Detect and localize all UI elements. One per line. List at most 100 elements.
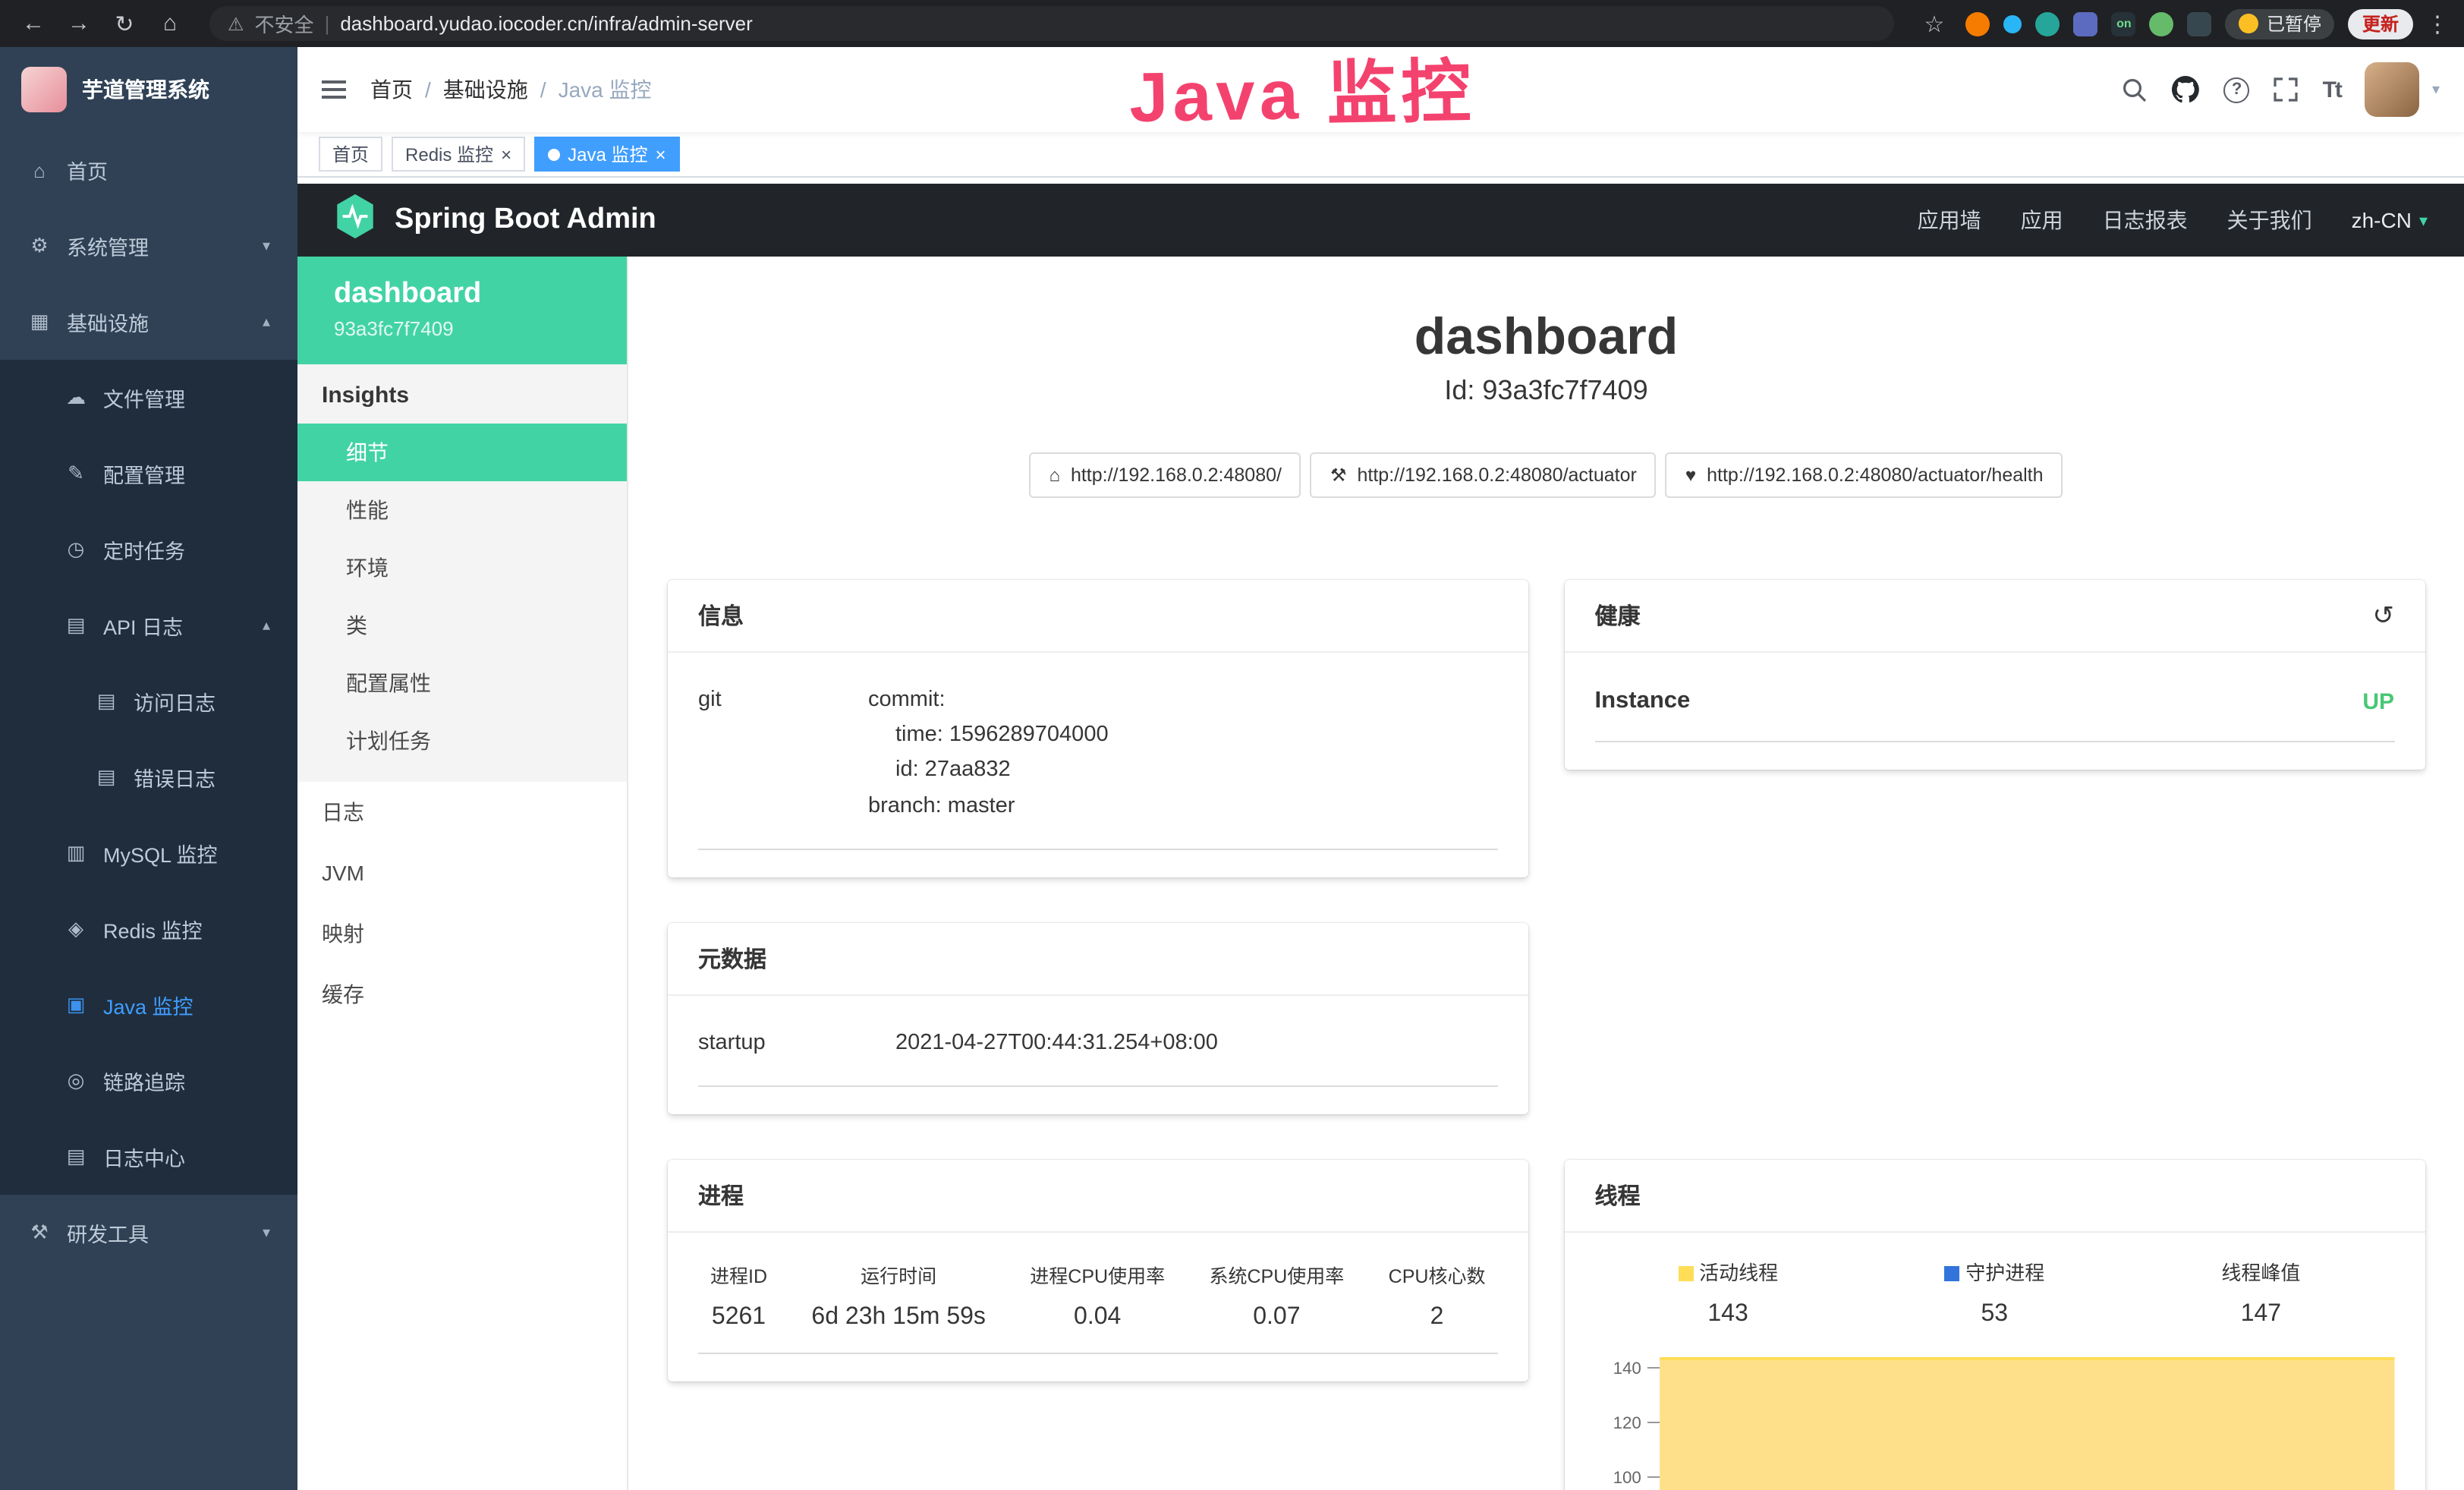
sidebar-item-log-center[interactable]: ▤ 日志中心	[0, 1119, 297, 1195]
metadata-row-startup: startup 2021-04-27T00:44:31.254+08:00	[698, 1005, 1498, 1087]
sidebar-item-mysql-monitor[interactable]: ▥ MySQL 监控	[0, 815, 297, 891]
extension-icon-3[interactable]	[2036, 11, 2060, 36]
sba-item-scheduled-tasks[interactable]: 计划任务	[297, 712, 627, 770]
sba-locale-select[interactable]: zh-CN ▾	[2352, 208, 2428, 232]
sba-nav-about[interactable]: 关于我们	[2227, 205, 2312, 235]
breadcrumb-infrastructure[interactable]: 基础设施	[443, 74, 528, 105]
help-icon[interactable]: ?	[2224, 77, 2250, 102]
link-label: http://192.168.0.2:48080/actuator/health	[1707, 465, 2043, 486]
sidebar-item-system-mgmt[interactable]: ⚙ 系统管理 ▾	[0, 208, 297, 284]
page-title: dashboard	[668, 308, 2425, 367]
process-card: 进程 进程ID 5261 运行时间	[668, 1160, 1528, 1381]
y-tick: 100	[1613, 1468, 1641, 1487]
back-icon[interactable]: ←	[15, 5, 52, 42]
link-label: http://192.168.0.2:48080/actuator	[1358, 465, 1637, 486]
close-icon[interactable]: ×	[501, 145, 511, 163]
tab-java-monitor[interactable]: Java 监控 ×	[534, 137, 679, 172]
history-icon[interactable]: ↺	[2373, 600, 2395, 631]
extension-icon-1[interactable]	[1966, 11, 1990, 36]
sidebar-item-redis-monitor[interactable]: ◈ Redis 监控	[0, 891, 297, 967]
sba-nav-journal[interactable]: 日志报表	[2103, 205, 2188, 235]
extension-icon-on[interactable]: on	[2112, 11, 2136, 36]
tab-home[interactable]: 首页	[319, 137, 382, 172]
sba-item-logging[interactable]: 日志	[297, 782, 627, 843]
sba-item-metrics[interactable]: 性能	[297, 481, 627, 539]
extension-icon-6[interactable]	[2150, 11, 2174, 36]
wrench-icon: ⚒	[1330, 465, 1347, 486]
sidebar-toggle-icon[interactable]	[322, 80, 346, 99]
sidebar-item-home[interactable]: ⌂ 首页	[0, 132, 297, 208]
column-header: CPU核心数	[1389, 1260, 1486, 1289]
profile-paused-chip[interactable]: 已暂停	[2226, 8, 2335, 39]
instance-link-health[interactable]: ♥ http://192.168.0.2:48080/actuator/heal…	[1666, 452, 2063, 498]
extension-icon-7[interactable]	[2188, 11, 2212, 36]
sba-logo-icon[interactable]	[334, 193, 376, 247]
bookmark-star-icon[interactable]: ☆	[1916, 5, 1953, 42]
sidebar-item-file-mgmt[interactable]: ☁ 文件管理	[0, 360, 297, 436]
sba-instance-header[interactable]: dashboard 93a3fc7f7409	[297, 257, 627, 364]
cards-grid: 信息 git commit: time: 1596289704000 id: 2…	[668, 580, 2425, 1490]
metadata-key: startup	[698, 1026, 895, 1061]
legend-label: 活动线程	[1699, 1262, 1778, 1284]
fullscreen-icon[interactable]	[2274, 77, 2299, 102]
sba-item-caches[interactable]: 缓存	[297, 964, 627, 1025]
process-col-uptime: 运行时间 6d 23h 15m 59s	[811, 1260, 986, 1331]
close-icon[interactable]: ×	[655, 145, 666, 163]
sba-nav-applications[interactable]: 应用	[2021, 205, 2063, 235]
instance-name: dashboard	[334, 278, 590, 311]
sidebar-item-api-logs[interactable]: ▤ API 日志 ▴	[0, 587, 297, 663]
breadcrumb-home[interactable]: 首页	[370, 74, 413, 105]
sba-brand-title[interactable]: Spring Boot Admin	[395, 203, 656, 237]
breadcrumb-separator: /	[425, 77, 431, 102]
sba-item-configprops[interactable]: 配置属性	[297, 654, 627, 712]
java-monitor-icon: ▣	[64, 993, 88, 1017]
extension-icon-2[interactable]	[2004, 14, 2022, 33]
clock-icon: ◷	[64, 537, 88, 562]
github-icon[interactable]	[2173, 76, 2200, 103]
column-value: 2	[1389, 1304, 1486, 1331]
paused-label: 已暂停	[2267, 11, 2321, 36]
sba-item-classes[interactable]: 类	[297, 597, 627, 654]
column-value: 5261	[710, 1304, 767, 1331]
legend-label: 线程峰值	[2221, 1262, 2300, 1284]
profile-emoji-icon	[2239, 14, 2259, 33]
sidebar-item-tracing[interactable]: ◎ 链路追踪	[0, 1043, 297, 1119]
address-bar[interactable]: ⚠ 不安全 | dashboard.yudao.iocoder.cn/infra…	[209, 6, 1895, 41]
tab-redis-monitor[interactable]: Redis 监控 ×	[392, 137, 525, 172]
chevron-down-icon: ▾	[263, 238, 270, 254]
reload-icon[interactable]: ↻	[106, 5, 143, 42]
forward-icon[interactable]: →	[61, 5, 97, 42]
legend-value: 147	[2128, 1301, 2394, 1328]
legend-daemon-threads: 守护进程 53	[1861, 1257, 2128, 1328]
sidebar-item-java-monitor[interactable]: ▣ Java 监控	[0, 967, 297, 1043]
url-text[interactable]: dashboard.yudao.iocoder.cn/infra/admin-s…	[340, 12, 752, 35]
process-table-row: 进程ID 5261 运行时间 6d 23h 15m 59s	[698, 1242, 1498, 1354]
instance-link-actuator[interactable]: ⚒ http://192.168.0.2:48080/actuator	[1311, 452, 1657, 498]
security-label[interactable]: 不安全	[255, 9, 314, 38]
legend-live-threads: 活动线程 143	[1595, 1257, 1861, 1328]
browser-menu-icon[interactable]: ⋮	[2426, 10, 2449, 37]
search-icon[interactable]	[2123, 77, 2148, 102]
sba-item-mappings[interactable]: 映射	[297, 903, 627, 964]
browser-home-icon[interactable]: ⌂	[152, 5, 188, 42]
avatar-caret-icon: ▾	[2432, 81, 2440, 98]
app-logo[interactable]: 芋道管理系统	[0, 47, 297, 132]
sba-item-environment[interactable]: 环境	[297, 539, 627, 597]
user-avatar[interactable]	[2365, 62, 2420, 117]
sba-item-jvm[interactable]: JVM	[297, 843, 627, 903]
font-size-icon[interactable]: Tt	[2323, 77, 2341, 102]
update-button[interactable]: 更新	[2349, 8, 2412, 39]
sba-nav-wallboard[interactable]: 应用墙	[1918, 205, 1981, 235]
sidebar-item-scheduled-jobs[interactable]: ◷ 定时任务	[0, 512, 297, 587]
sidebar-item-access-logs[interactable]: ▤ 访问日志	[0, 663, 297, 739]
sidebar-item-config-mgmt[interactable]: ✎ 配置管理	[0, 436, 297, 512]
mysql-icon: ▥	[64, 841, 88, 865]
tab-label: Redis 监控	[405, 141, 493, 167]
sba-item-details[interactable]: 细节	[297, 424, 627, 481]
sidebar-item-infrastructure[interactable]: ▦ 基础设施 ▴	[0, 284, 297, 360]
heart-icon: ♥	[1685, 465, 1696, 486]
instance-link-home[interactable]: ⌂ http://192.168.0.2:48080/	[1029, 452, 1301, 498]
sidebar-item-dev-tools[interactable]: ⚒ 研发工具 ▾	[0, 1195, 297, 1271]
extension-icon-4[interactable]	[2074, 11, 2098, 36]
sidebar-item-error-logs[interactable]: ▤ 错误日志	[0, 739, 297, 815]
